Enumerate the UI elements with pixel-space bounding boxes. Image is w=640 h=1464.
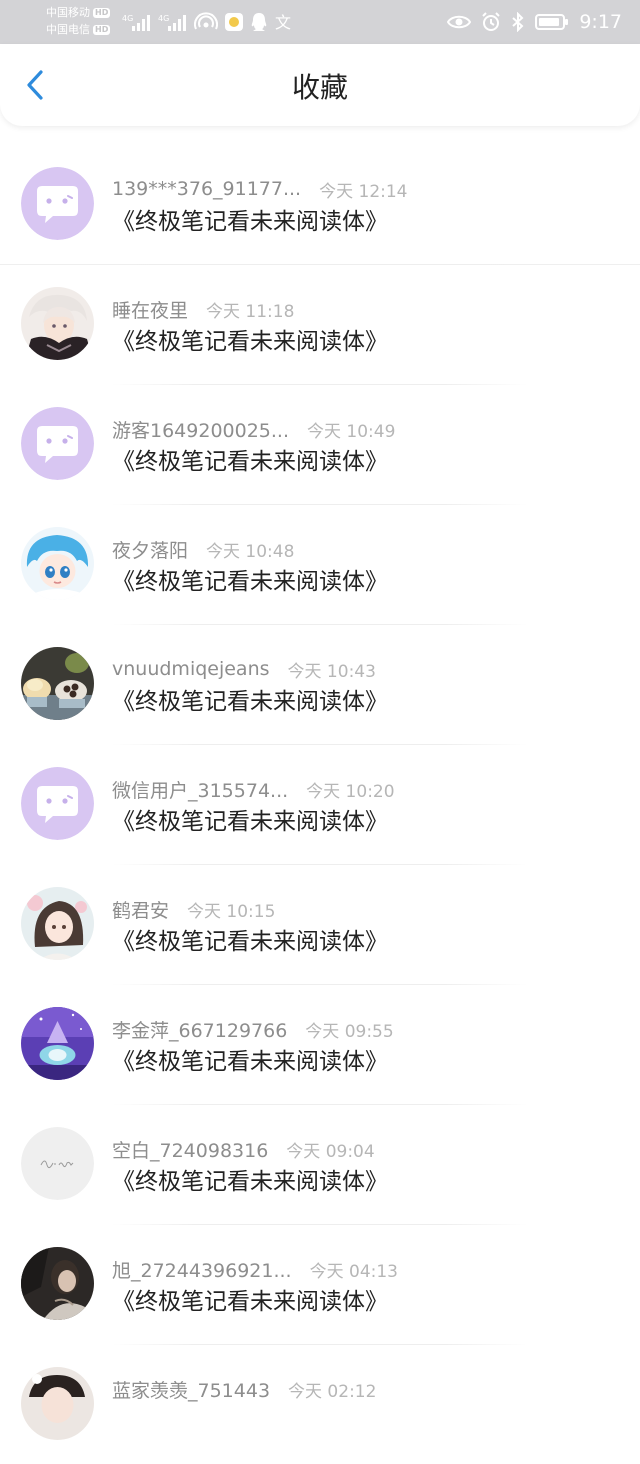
list-item[interactable]: 空白_724098316 今天 09:04 《终极笔记看未来阅读体》 [0, 1104, 640, 1224]
favorited-content[interactable]: 《终极笔记看未来阅读体》 [112, 1167, 388, 1197]
favorited-content[interactable]: 《终极笔记看未来阅读体》 [112, 1287, 388, 1317]
list-item[interactable]: 夜夕落阳 今天 10:48 《终极笔记看未来阅读体》 [0, 504, 640, 624]
alarm-icon [482, 12, 501, 31]
username[interactable]: 蓝家羡羡_751443 [112, 1376, 270, 1403]
script-logo-image [21, 1127, 94, 1200]
username[interactable]: 游客1649200025... [112, 416, 289, 443]
timestamp: 今天 09:04 [286, 1141, 375, 1162]
list-item[interactable]: 139***376_91177... 今天 12:14 《终极笔记看未来阅读体》 [0, 144, 640, 265]
default-avatar-icon [21, 407, 94, 480]
bluetooth-icon [512, 12, 524, 32]
battery-icon [535, 14, 569, 30]
carrier-1: 中国移动 [46, 6, 90, 19]
list-item[interactable]: vnuudmiqejeans 今天 10:43 《终极笔记看未来阅读体》 [0, 624, 640, 744]
hotspot-icon [194, 12, 218, 30]
anime-avatar-image [21, 287, 94, 360]
portrait-photo-image [21, 1247, 94, 1320]
username[interactable]: 空白_724098316 [112, 1136, 268, 1163]
timestamp: 今天 02:12 [288, 1381, 377, 1402]
username[interactable]: 夜夕落阳 [112, 536, 188, 563]
avatar[interactable] [21, 1007, 94, 1080]
avatar[interactable] [21, 767, 94, 840]
username[interactable]: 旭_27244396921... [112, 1256, 292, 1283]
timestamp: 今天 10:48 [206, 541, 295, 562]
list-item[interactable]: 李金萍_667129766 今天 09:55 《终极笔记看未来阅读体》 [0, 984, 640, 1104]
timestamp: 今天 10:15 [187, 901, 276, 922]
text-input-icon: 文 [275, 13, 291, 32]
favorited-content[interactable]: 《终极笔记看未来阅读体》 [112, 327, 388, 357]
page-title: 收藏 [291, 71, 348, 104]
timestamp: 今天 12:14 [319, 181, 408, 202]
eye-comfort-icon [447, 15, 472, 29]
avatar[interactable] [21, 887, 94, 960]
username[interactable]: 139***376_91177... [112, 178, 301, 200]
favorites-list: 139***376_91177... 今天 12:14 《终极笔记看未来阅读体》… [0, 144, 640, 1464]
username[interactable]: 微信用户_315574... [112, 776, 288, 803]
anime-avatar-image [21, 887, 94, 960]
qq-icon [251, 13, 267, 31]
username[interactable]: 李金萍_667129766 [112, 1016, 287, 1043]
signal-4g-icon: 4G [122, 14, 150, 31]
timestamp: 今天 09:55 [305, 1021, 394, 1042]
carrier-2: 中国电信 [46, 23, 90, 36]
anime-avatar-image [21, 527, 94, 600]
favorited-content[interactable]: 《终极笔记看未来阅读体》 [112, 687, 388, 717]
username[interactable]: vnuudmiqejeans [112, 658, 270, 680]
avatar[interactable] [21, 407, 94, 480]
avatar[interactable] [21, 1127, 94, 1200]
default-avatar-icon [21, 767, 94, 840]
hd-badge: HD [93, 24, 111, 35]
hd-badge: HD [93, 7, 111, 18]
favorited-content[interactable]: 《终极笔记看未来阅读体》 [112, 1047, 388, 1077]
timestamp: 今天 11:18 [206, 301, 295, 322]
timestamp: 今天 10:20 [306, 781, 395, 802]
list-item[interactable]: 微信用户_315574... 今天 10:20 《终极笔记看未来阅读体》 [0, 744, 640, 864]
avatar[interactable] [21, 287, 94, 360]
timestamp: 今天 10:49 [307, 421, 396, 442]
avatar[interactable] [21, 167, 94, 240]
list-item[interactable]: 旭_27244396921... 今天 04:13 《终极笔记看未来阅读体》 [0, 1224, 640, 1344]
avatar[interactable] [21, 647, 94, 720]
favorited-content[interactable]: 《终极笔记看未来阅读体》 [112, 447, 388, 477]
status-icons-left: 4G 4G 文 [122, 8, 296, 36]
favorited-content[interactable]: 《终极笔记看未来阅读体》 [112, 927, 388, 957]
list-item[interactable]: 睡在夜里 今天 11:18 《终极笔记看未来阅读体》 [0, 264, 640, 384]
favorited-content[interactable]: 《终极笔记看未来阅读体》 [112, 207, 388, 237]
avatar[interactable] [21, 1367, 94, 1440]
clock: 9:17 [579, 11, 622, 33]
timestamp: 今天 10:43 [287, 661, 376, 682]
timestamp: 今天 04:13 [309, 1261, 398, 1282]
svg-text:文: 文 [275, 13, 291, 32]
night-scene-image [21, 1007, 94, 1080]
list-item[interactable]: 游客1649200025... 今天 10:49 《终极笔记看未来阅读体》 [0, 384, 640, 504]
username[interactable]: 睡在夜里 [112, 296, 188, 323]
default-avatar-icon [21, 167, 94, 240]
favorited-content[interactable]: 《终极笔记看未来阅读体》 [112, 807, 388, 837]
username[interactable]: 鹤君安 [112, 896, 169, 923]
favorited-content[interactable]: 《终极笔记看未来阅读体》 [112, 567, 388, 597]
signal-4g-icon: 4G [158, 14, 186, 31]
svg-text:4G: 4G [158, 14, 169, 23]
carrier-labels: 中国移动 HD 中国电信 HD [46, 4, 120, 38]
list-item[interactable]: 蓝家羡羡_751443 今天 02:12 [0, 1344, 640, 1464]
app-notification-icon [225, 13, 243, 31]
status-bar: 中国移动 HD 中国电信 HD 4G 4G 文 9:17 [0, 0, 640, 44]
avatar[interactable] [21, 527, 94, 600]
dessert-photo-image [21, 647, 94, 720]
svg-text:4G: 4G [122, 14, 133, 23]
header: 收藏 [0, 44, 640, 126]
status-icons-right: 9:17 [447, 8, 622, 36]
avatar[interactable] [21, 1247, 94, 1320]
partial-avatar-image [21, 1367, 94, 1440]
list-item[interactable]: 鹤君安 今天 10:15 《终极笔记看未来阅读体》 [0, 864, 640, 984]
